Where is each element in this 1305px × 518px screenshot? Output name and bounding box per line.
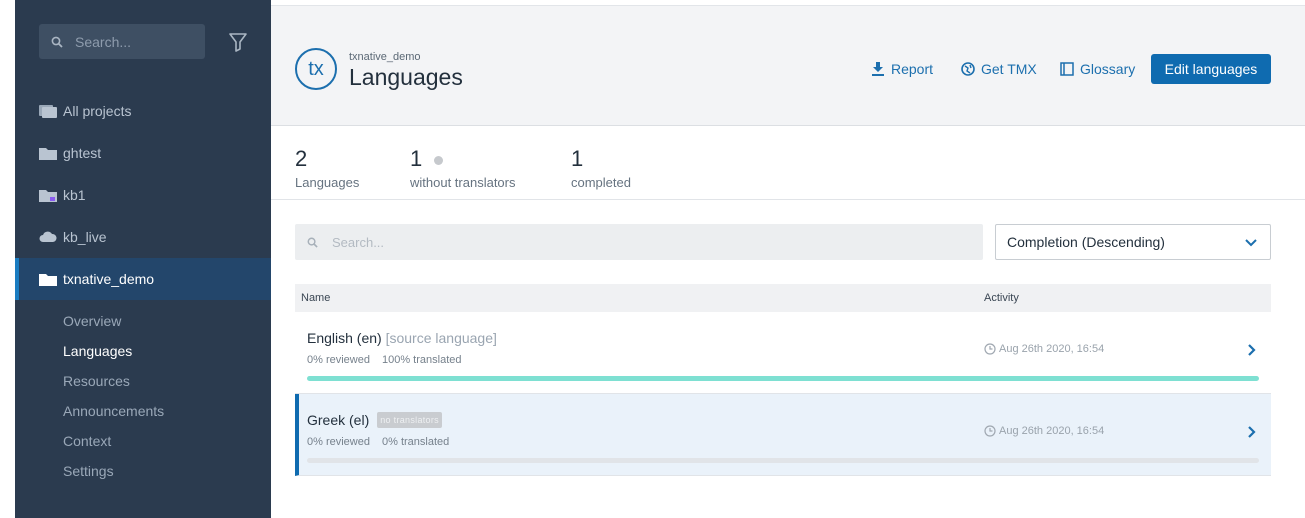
translated-percent: 100% translated <box>381 354 462 366</box>
glossary-button[interactable]: Glossary <box>1060 61 1135 77</box>
sidebar-item-all-projects[interactable]: All projects <box>15 90 271 132</box>
sidebar-item-label: kb_live <box>63 229 107 245</box>
translated-percent: 0% translated <box>381 436 450 448</box>
edit-languages-button[interactable]: Edit languages <box>1151 54 1271 84</box>
status-dot <box>434 155 444 165</box>
search-icon <box>51 36 63 48</box>
activity-time: Aug 26th 2020, 16:54 <box>984 343 1104 355</box>
clock-icon <box>984 425 996 437</box>
sort-select[interactable]: Completion (Descending) <box>995 224 1271 260</box>
glossary-label: Glossary <box>1080 61 1136 77</box>
stat-value: 1 <box>410 146 423 171</box>
source-language-tag: [source language] <box>385 330 497 346</box>
get-tmx-button[interactable]: Get TMX <box>961 61 1037 77</box>
folder-icon <box>39 190 57 202</box>
progress-bar <box>307 458 1259 463</box>
folder-icon <box>39 148 57 160</box>
sidebar-item-label: txnative_demo <box>63 271 155 287</box>
stat-label: completed <box>571 175 631 190</box>
language-name-text: English (en) <box>307 330 382 346</box>
breadcrumb[interactable]: txnative_demo <box>349 51 421 63</box>
subnav-resources[interactable]: Resources <box>63 373 130 389</box>
stat-languages: 2 Languages <box>295 146 359 190</box>
chevron-down-icon <box>1245 239 1257 247</box>
page-header: tx txnative_demo Languages Report Get TM… <box>271 6 1305 126</box>
language-search-placeholder: Search... <box>332 234 385 250</box>
subnav-announcements[interactable]: Announcements <box>63 403 164 419</box>
sidebar-search-placeholder: Search... <box>75 33 132 50</box>
cloud-icon <box>39 231 57 242</box>
sidebar-item-kb1[interactable]: kb1 <box>15 174 271 216</box>
subnav-context[interactable]: Context <box>63 433 111 449</box>
chevron-right-icon[interactable] <box>1247 424 1257 440</box>
sidebar-item-label: All projects <box>63 103 132 119</box>
subnav-settings[interactable]: Settings <box>63 463 114 479</box>
activity-time: Aug 26th 2020, 16:54 <box>984 425 1104 437</box>
no-translators-badge: no translators <box>377 412 442 428</box>
reviewed-percent: 0% reviewed <box>307 436 370 448</box>
sidebar-item-label: kb1 <box>63 187 86 203</box>
sidebar-search-input[interactable]: Search... <box>39 24 205 59</box>
sort-value: Completion (Descending) <box>1007 234 1165 250</box>
page: Search... All projects ghtest kb1 kb_liv… <box>0 0 1305 518</box>
filter-icon[interactable] <box>229 32 247 52</box>
activity-text: Aug 26th 2020, 16:54 <box>999 425 1105 437</box>
stat-label: Languages <box>295 175 360 190</box>
sidebar-item-label: ghtest <box>63 145 102 161</box>
stat-completed: 1 completed <box>571 146 631 190</box>
progress-bar <box>307 376 1259 381</box>
progress-fill <box>307 376 1259 381</box>
language-stats: 0% reviewed 100% translated <box>307 354 461 366</box>
subnav-languages[interactable]: Languages <box>63 343 132 359</box>
page-edge <box>0 0 15 518</box>
stat-value: 1 <box>571 146 584 171</box>
report-label: Report <box>891 61 934 77</box>
stat-without-translators[interactable]: 1 without translators <box>410 146 516 190</box>
column-activity: Activity <box>984 292 1019 304</box>
sidebar-item-ghtest[interactable]: ghtest <box>15 132 271 174</box>
search-icon <box>307 237 318 248</box>
book-icon <box>1060 62 1074 76</box>
get-tmx-label: Get TMX <box>981 61 1037 77</box>
sidebar: Search... All projects ghtest kb1 kb_liv… <box>15 0 271 518</box>
stat-label: without translators <box>410 175 516 190</box>
sidebar-item-kb-live[interactable]: kb_live <box>15 216 271 258</box>
folder-icon <box>39 274 57 286</box>
clock-icon <box>984 343 996 355</box>
subnav-overview[interactable]: Overview <box>63 313 121 329</box>
table-row-english[interactable]: English (en) [source language] 0% review… <box>295 312 1271 394</box>
sidebar-item-txnative-demo[interactable]: txnative_demo <box>15 258 271 300</box>
column-name: Name <box>301 292 331 304</box>
reviewed-percent: 0% reviewed <box>307 354 370 366</box>
table-row-greek[interactable]: Greek (el) no translators 0% reviewed 0% t… <box>295 394 1271 476</box>
report-button[interactable]: Report <box>871 61 933 77</box>
activity-text: Aug 26th 2020, 16:54 <box>999 343 1105 355</box>
table-header: Name Activity <box>295 284 1271 312</box>
divider <box>271 199 1305 200</box>
page-title: Languages <box>349 64 463 90</box>
download-icon <box>872 62 884 76</box>
language-stats: 0% reviewed 0% translated <box>307 436 449 448</box>
stat-value: 2 <box>295 146 308 171</box>
project-logo: tx <box>295 48 337 90</box>
folders-icon <box>39 105 57 118</box>
globe-icon <box>961 62 975 76</box>
language-name: English (en) [source language] <box>307 330 497 346</box>
language-search-input[interactable]: Search... <box>295 224 983 260</box>
chevron-right-icon[interactable] <box>1247 342 1257 358</box>
language-name: Greek (el) no translators <box>307 412 442 428</box>
language-name-text: Greek (el) <box>307 412 370 428</box>
